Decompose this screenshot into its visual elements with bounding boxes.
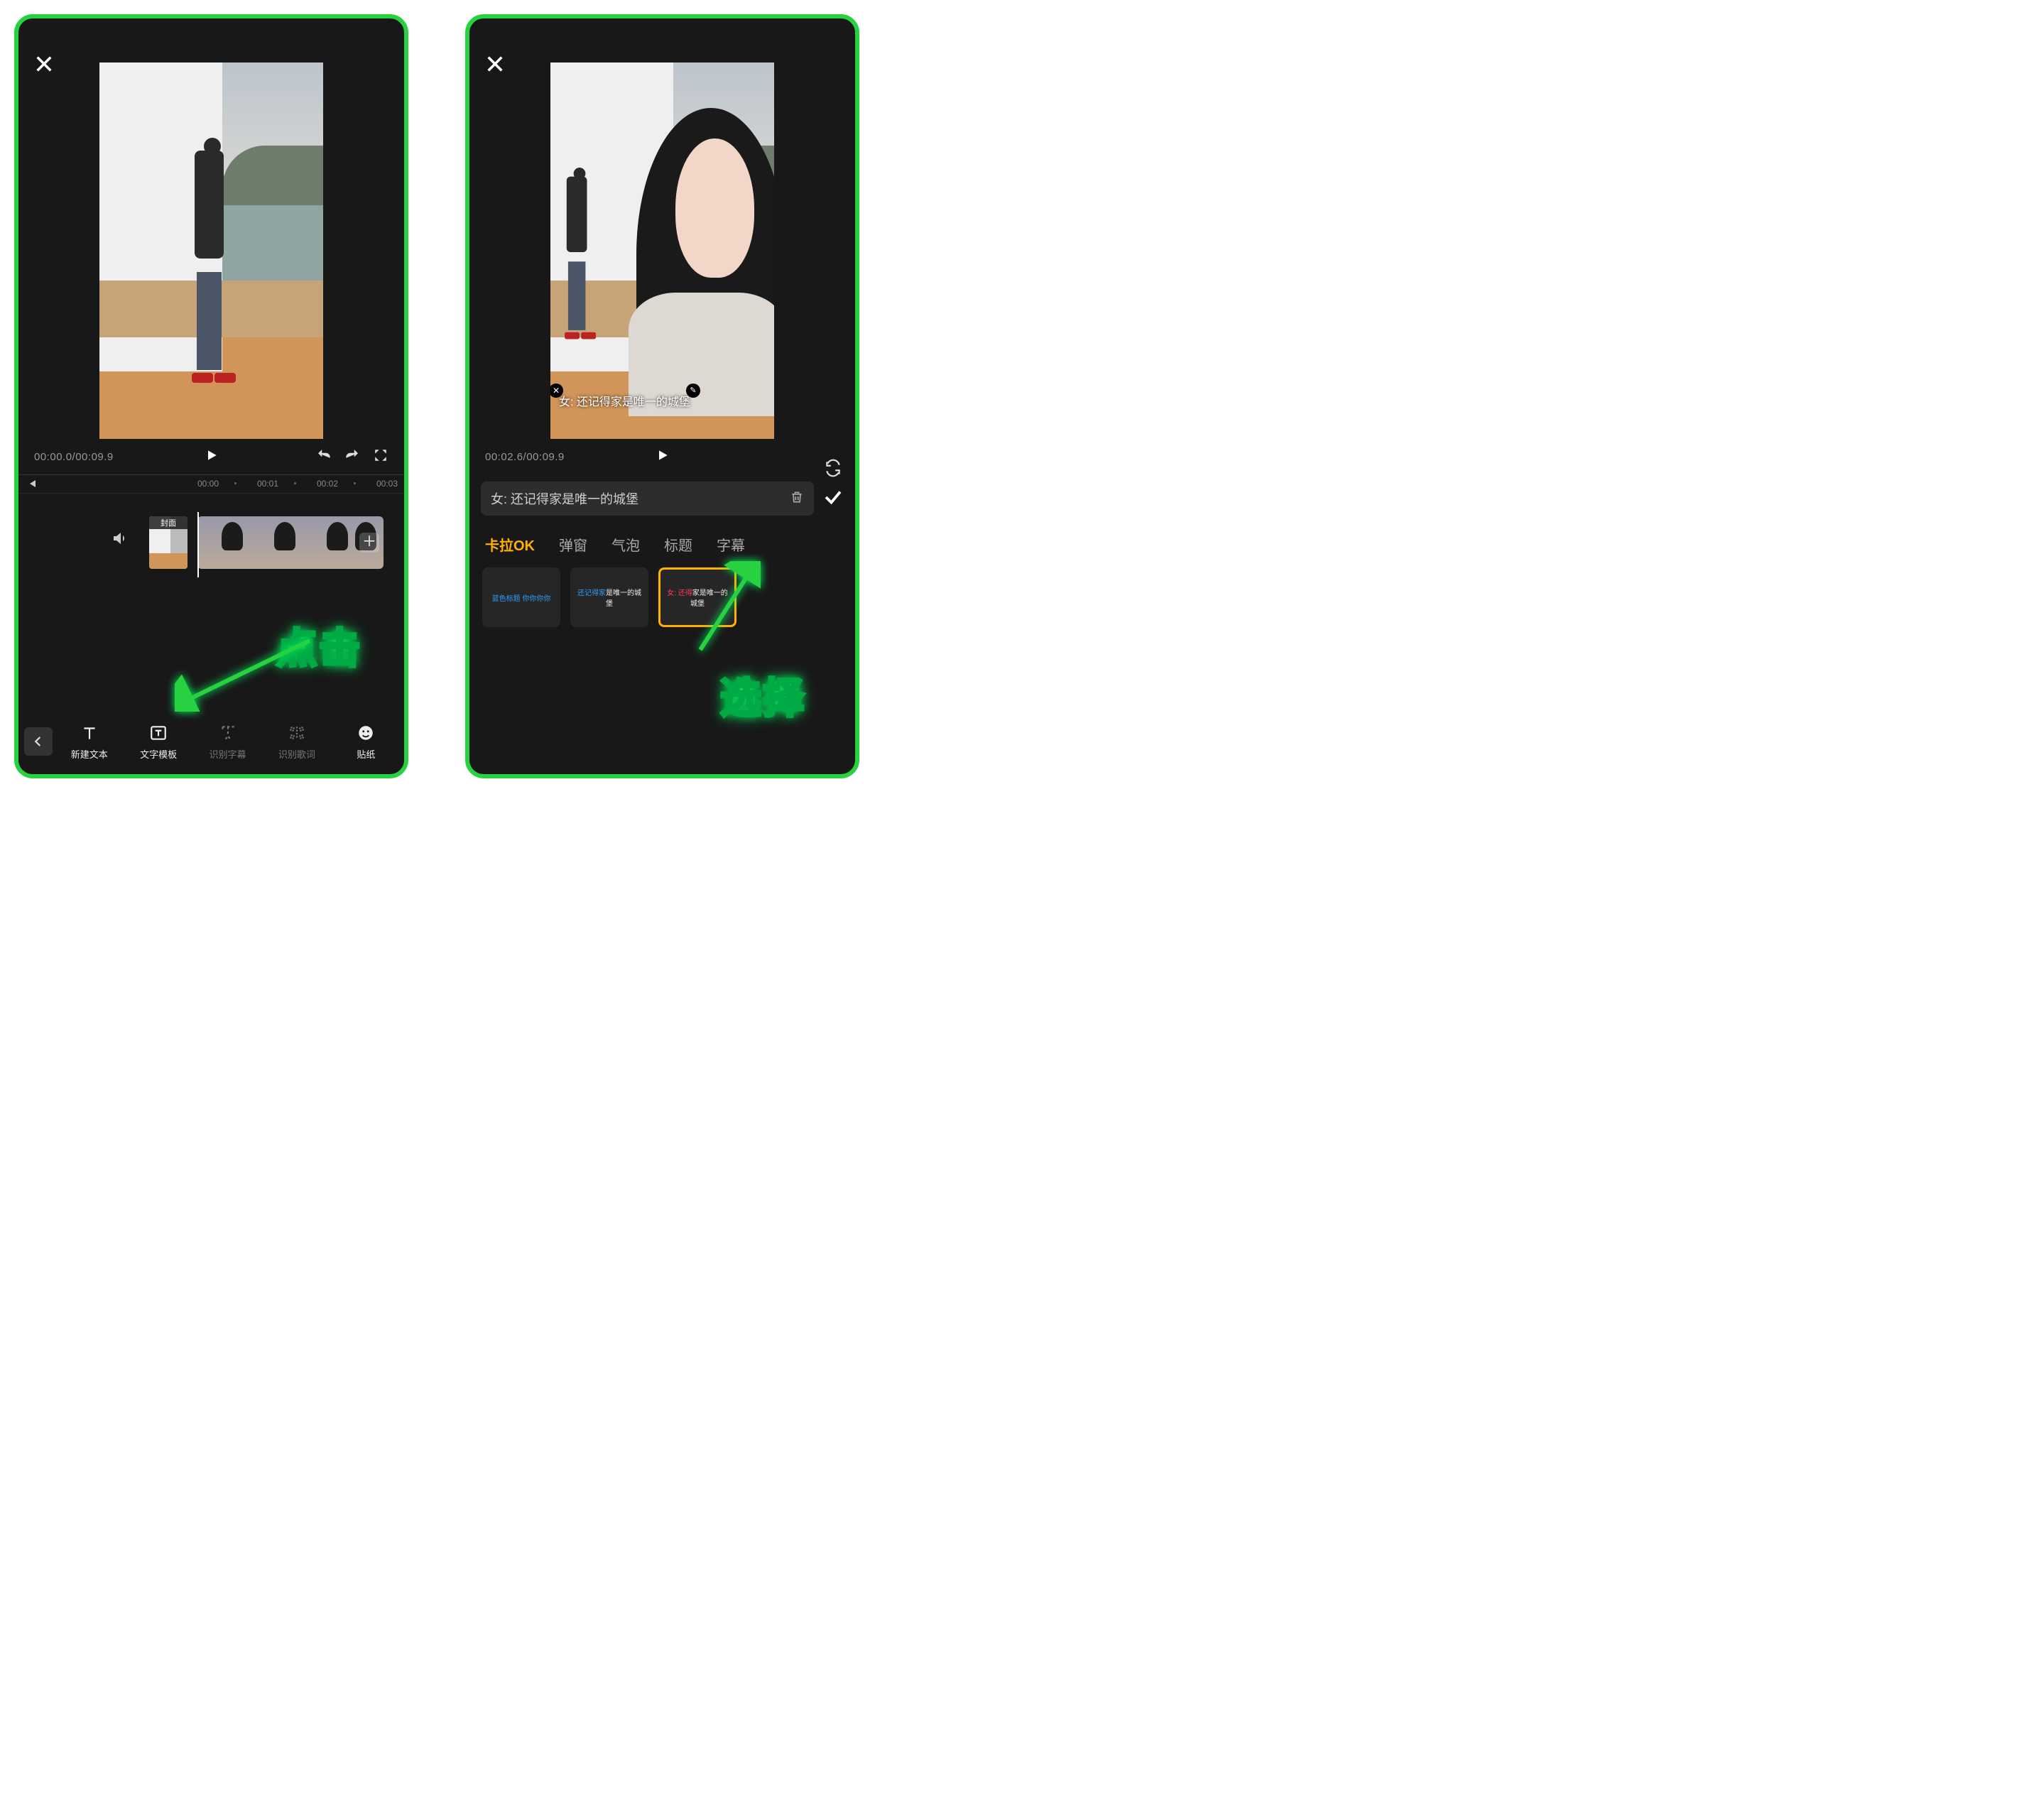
video-preview[interactable]: ✕ ✎ 女: 还记得家是唯一的城堡: [550, 62, 774, 439]
tick-label: 00:01: [257, 479, 278, 489]
recognize-subtitle-button[interactable]: 识别字幕: [195, 723, 260, 761]
phone-screen-1: 00:00.0/00:09.9 00:00 00:01 00:02 00:03 …: [14, 14, 408, 778]
play-button[interactable]: [656, 448, 670, 465]
playbar: 00:02.6/00:09.9: [469, 439, 855, 474]
video-preview[interactable]: [99, 62, 323, 439]
time-display: 00:02.6/00:09.9: [485, 451, 565, 463]
timeline-start-marker: [28, 479, 37, 490]
style-option-2[interactable]: 还记得家是唯一的城堡: [570, 567, 648, 627]
cover-label: 封面: [149, 516, 187, 529]
new-text-button[interactable]: 新建文本: [57, 723, 121, 761]
tick-label: 00:00: [197, 479, 219, 489]
recognize-lyrics-button[interactable]: 识别歌词: [264, 723, 329, 761]
caption-overlay[interactable]: ✕ ✎ 女: 还记得家是唯一的城堡: [559, 392, 766, 409]
tick-label: 00:03: [376, 479, 398, 489]
tab-title[interactable]: 标题: [664, 534, 692, 555]
annotation-label: 选择: [720, 665, 805, 724]
style-tabs: 卡拉OK 弹窗 气泡 标题 字幕: [469, 523, 855, 562]
play-button[interactable]: [205, 448, 219, 465]
fullscreen-button[interactable]: [373, 447, 388, 466]
tab-bubble[interactable]: 气泡: [611, 534, 640, 555]
playbar: 00:00.0/00:09.9: [18, 439, 404, 474]
sticker-button[interactable]: 贴纸: [334, 723, 398, 761]
confirm-button[interactable]: [822, 486, 844, 511]
cover-thumbnail[interactable]: 封面: [149, 516, 187, 569]
undo-button[interactable]: [316, 447, 332, 466]
clip-strip[interactable]: ⚡1.0x ＋: [197, 516, 384, 569]
style-option-1[interactable]: 蓝色标题 你你你你: [482, 567, 560, 627]
add-clip-button[interactable]: ＋: [359, 533, 379, 553]
caption-input[interactable]: 女: 还记得家是唯一的城堡: [481, 482, 814, 516]
back-button[interactable]: [24, 727, 53, 756]
time-display: 00:00.0/00:09.9: [34, 451, 114, 463]
caption-text: 女: 还记得家是唯一的城堡: [559, 396, 690, 408]
delete-caption-button[interactable]: [790, 490, 804, 508]
tab-karaoke[interactable]: 卡拉OK: [485, 534, 535, 555]
phone-screen-2: ✕ ✎ 女: 还记得家是唯一的城堡 00:02.6/00:09.9 女: 还记得…: [465, 14, 859, 778]
bottom-toolbar: 新建文本 文字模板 识别字幕 识别歌词 贴纸: [18, 709, 404, 774]
audio-toggle[interactable]: [111, 530, 128, 550]
playhead[interactable]: [197, 512, 199, 577]
redo-button[interactable]: [344, 447, 360, 466]
caption-input-value: 女: 还记得家是唯一的城堡: [491, 489, 638, 508]
style-option-3-selected[interactable]: 女: 还得家是唯一的城堡: [658, 567, 736, 627]
text-template-button[interactable]: 文字模板: [126, 723, 190, 761]
tab-popup[interactable]: 弹窗: [559, 534, 587, 555]
tick-label: 00:02: [317, 479, 338, 489]
caption-delete-icon[interactable]: ✕: [550, 384, 563, 398]
caption-edit-icon[interactable]: ✎: [686, 384, 700, 398]
tab-subtitle[interactable]: 字幕: [717, 534, 745, 555]
